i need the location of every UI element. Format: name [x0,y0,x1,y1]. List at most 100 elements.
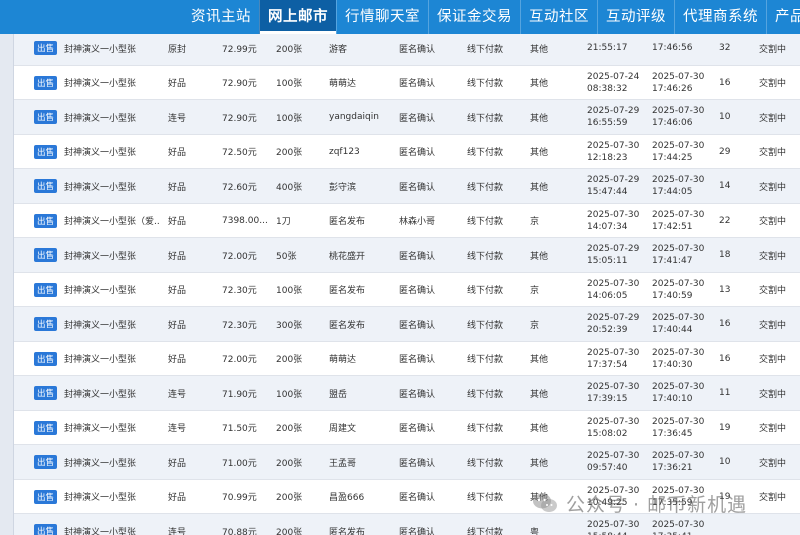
table-row[interactable]: 出售 封神演义一小型张 原封 72.99元 200张 游客 匿名确认 线下付款 其他 32 交割中 2… [14,34,800,66]
table-row[interactable]: 出售 封神演义一小型张 好品 72.00元 50张 桃花盛开 匿名确认 线下付款 其他 18 交割中… [14,238,800,273]
listing-region: 其他 [530,424,549,435]
sell-button[interactable]: 出售 [34,420,57,435]
listing-update-time-clock: 17:46:56 [652,43,693,54]
listing-seller[interactable]: 桃花盛开 [329,238,397,273]
nav-item[interactable]: 产品目 [766,0,800,34]
listing-update-time-date: 2025-07-30 [652,313,705,324]
listing-start-time: 2025-07-30 14:07:34 [587,204,645,239]
listing-payment: 线下付款 [467,182,504,193]
listing-count: 14 [719,181,731,192]
listing-start-time: 2025-07-24 08:38:32 [587,66,645,101]
table-row[interactable]: 出售 封神演义一小型张 连号 72.90元 100张 yangdaiqin 匿名确认 线下付款… [14,100,800,135]
listing-update-time-date: 2025-07-30 [652,382,705,393]
listing-update-time-clock: 17:46:26 [652,83,693,94]
listing-name[interactable]: 封神演义一小型张 [64,445,159,480]
listing-region: 其他 [530,251,549,262]
sell-button[interactable]: 出售 [34,75,57,90]
sell-button[interactable]: 出售 [34,455,57,469]
listing-name[interactable]: 封神演义一小型张 [64,66,159,101]
listing-name[interactable]: 封神演义一小型张 [64,376,159,411]
listing-name[interactable]: 封神演义一小型张 [64,342,159,377]
listing-name[interactable]: 封神演义一小型张 [64,169,159,204]
nav-item[interactable]: 代理商系统 [674,0,766,34]
table-row[interactable]: 出售 封神演义一小型张 好品 72.90元 100张 萌萌达 匿名确认 线下付款 其他 16 交割中… [14,65,800,101]
nav-item[interactable]: 资讯主站 [183,0,259,34]
listing-seller[interactable]: 匿名发布 [329,273,397,308]
table-row[interactable]: 出售 封神演义一小型张 连号 71.90元 100张 盟岳 匿名确认 线下付款 其他 11 交割中 2… [14,376,800,411]
sell-button[interactable]: 出售 [34,351,57,366]
listing-start-time-clock: 15:05:11 [587,256,628,267]
listing-update-time-date: 2025-07-30 [652,140,705,151]
nav-item[interactable]: 网上邮市 [259,0,336,34]
listing-name[interactable]: 封神演义一小型张 [64,238,159,273]
sell-button[interactable]: 出售 [34,317,57,331]
listing-name[interactable]: 封神演义一小型张 [64,411,159,446]
listing-count: 19 [719,422,731,433]
sell-button[interactable]: 出售 [34,248,57,262]
listing-payment: 线下付款 [467,424,504,435]
sell-button[interactable]: 出售 [34,524,57,535]
listing-seller[interactable]: 游客 [329,34,397,66]
sell-button[interactable]: 出售 [34,179,57,193]
listing-region: 粤 [530,527,540,535]
listing-name[interactable]: 封神演义一小型张 [64,514,159,535]
listing-seller[interactable]: 周建文 [329,411,397,446]
listing-name[interactable]: 封神演义一小型张 [64,34,159,66]
listing-seller[interactable]: 昌盈666 [329,480,397,515]
listing-grade: 好品 [168,251,187,262]
listing-seller[interactable]: 王孟哥 [329,445,397,480]
table-row[interactable]: 出售 封神演义一小型张 好品 72.30元 300张 匿名发布 匿名确认 线下付款 京 16 交割中… [14,307,800,342]
listing-seller[interactable]: 匿名发布 [329,514,397,535]
table-row[interactable]: 出售 封神演义一小型张 连号 71.50元 200张 周建文 匿名确认 线下付款 其他 19 交割中… [14,410,800,446]
sell-button[interactable]: 出售 [34,386,57,400]
listing-quantity: 200张 [276,44,303,55]
table-row[interactable]: 出售 封神演义一小型张 好品 70.99元 200张 昌盈666 匿名确认 线下付款 其他 19 交… [14,479,800,515]
listing-name[interactable]: 封神演义一小型张 [64,135,159,170]
listing-quantity: 100张 [276,389,303,400]
sell-button[interactable]: 出售 [34,144,57,159]
listing-update-time-clock: 17:36:45 [652,428,693,439]
listing-quantity: 100张 [276,79,303,90]
listing-update-time: 2025-07-30 17:40:44 [652,307,710,342]
sell-button[interactable]: 出售 [34,282,57,297]
listing-seller[interactable]: 彭守滨 [329,169,397,204]
listing-payment: 线下付款 [467,217,504,228]
listing-seller[interactable]: 萌萌达 [329,342,397,377]
listing-update-time-clock: 17:41:47 [652,256,693,267]
listing-seller[interactable]: zqf123 [329,135,397,170]
table-row[interactable]: 出售 封神演义一小型张 好品 72.50元 200张 zqf123 匿名确认 线下付款 其他 29… [14,134,800,170]
listing-name[interactable]: 封神演义一小型张（爱... [64,204,159,239]
listing-name[interactable]: 封神演义一小型张 [64,307,159,342]
listing-start-time-date: 2025-07-29 [587,313,640,324]
table-row[interactable]: 出售 封神演义一小型张 好品 71.00元 200张 王孟哥 匿名确认 线下付款 其他 10 交割中… [14,445,800,480]
listing-seller[interactable]: yangdaiqin [329,100,397,135]
sell-button[interactable]: 出售 [34,489,57,504]
listing-update-time-clock: 17:44:05 [652,187,693,198]
nav-item[interactable]: 互动评级 [597,0,674,34]
table-row[interactable]: 出售 封神演义一小型张 连号 70.88元 200张 匿名发布 匿名确认 线下付款 粤 2025-… [14,514,800,535]
listing-name[interactable]: 封神演义一小型张 [64,273,159,308]
nav-item[interactable]: 互动社区 [520,0,597,34]
listing-payment: 线下付款 [467,113,504,124]
listing-grade: 好品 [168,148,187,159]
table-row[interactable]: 出售 封神演义一小型张 好品 72.60元 400张 彭守滨 匿名确认 线下付款 其他 14 交割中… [14,169,800,204]
listing-name[interactable]: 封神演义一小型张 [64,480,159,515]
listing-payment: 线下付款 [467,527,504,535]
listing-seller[interactable]: 盟岳 [329,376,397,411]
sell-button[interactable]: 出售 [34,213,57,228]
table-row[interactable]: 出售 封神演义一小型张 好品 72.00元 200张 萌萌达 匿名确认 线下付款 其他 16 交割中… [14,341,800,377]
table-row[interactable]: 出售 封神演义一小型张 好品 72.30元 100张 匿名发布 匿名确认 线下付款 京 13 交割中… [14,272,800,308]
listing-seller[interactable]: 匿名发布 [329,307,397,342]
listing-seller[interactable]: 萌萌达 [329,66,397,101]
listing-start-time-clock: 20:52:39 [587,325,628,336]
listing-price: 72.00元 [222,355,257,366]
table-row[interactable]: 出售 封神演义一小型张（爱... 好品 7398.00... 1刀 匿名发布 林森小哥 线下付… [14,203,800,239]
sell-button[interactable]: 出售 [34,41,57,55]
listing-count: 32 [719,43,731,54]
nav-item[interactable]: 行情聊天室 [336,0,428,34]
nav-item[interactable]: 保证金交易 [428,0,520,34]
listing-seller[interactable]: 匿名发布 [329,204,397,239]
listing-price: 72.99元 [222,44,257,55]
listing-name[interactable]: 封神演义一小型张 [64,100,159,135]
sell-button[interactable]: 出售 [34,110,57,124]
